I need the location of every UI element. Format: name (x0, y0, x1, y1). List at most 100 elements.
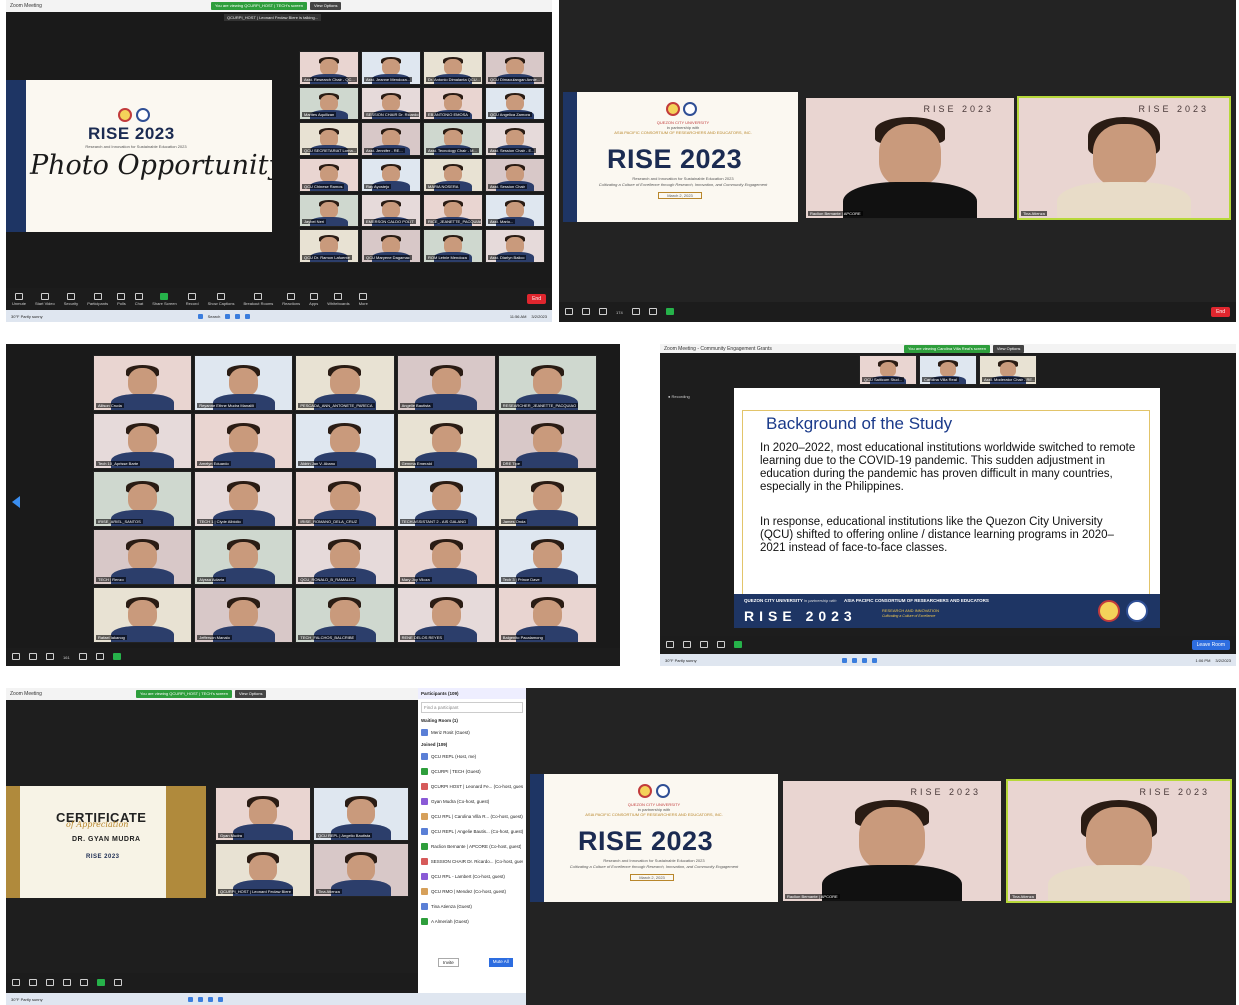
toolbar-button[interactable]: Breakout Rooms (244, 292, 273, 306)
app-icon[interactable] (197, 996, 203, 1002)
toolbar-button[interactable]: Security (64, 292, 78, 306)
participants-button[interactable]: 174 (616, 310, 623, 315)
polls-button[interactable] (631, 308, 640, 316)
participant-row[interactable]: SESSION CHAIR Dr. Ricardo... (Co-host, g… (418, 854, 526, 869)
mute-all-button[interactable]: Mute All (488, 958, 513, 967)
participant-tile[interactable]: Tech 3 | Prince Dave (497, 529, 597, 585)
participant-row[interactable]: Tina Atienza (Guest) (418, 899, 526, 914)
mute-button[interactable] (565, 308, 573, 316)
app-icon[interactable] (207, 996, 213, 1002)
polls-button[interactable] (78, 653, 87, 661)
toolbar-button[interactable]: Unmute (12, 292, 26, 306)
app-icon[interactable] (225, 313, 231, 319)
video-button[interactable] (582, 308, 590, 316)
toolbar-button[interactable]: Apps (309, 292, 318, 306)
toolbar-button[interactable]: Polls (117, 292, 126, 306)
toolbar-button[interactable]: Whiteboards (327, 292, 350, 306)
video-button[interactable] (29, 979, 37, 987)
participant-tile[interactable]: James Onda (497, 471, 597, 527)
participant-row[interactable]: QCU REPL | Angelie Bautis... (Co-host, g… (418, 824, 526, 839)
start-icon[interactable] (197, 313, 203, 319)
app-icon[interactable] (217, 996, 223, 1002)
participant-tile[interactable]: QCURPI_HOST | Leonard Feclaw Biere (215, 843, 311, 897)
participant-search[interactable]: Find a participant (421, 702, 523, 713)
speaker-tile[interactable]: RISE 2023 Raclion Bernante | APCORE (805, 97, 1015, 219)
participant-tile[interactable]: MARIA NOSERA (423, 158, 483, 192)
participant-tile[interactable]: Angelie Bautista (396, 355, 496, 411)
video-button[interactable] (683, 641, 691, 649)
chat-button[interactable] (717, 641, 725, 649)
participant-tile[interactable]: Gemma Emerald (396, 413, 496, 469)
participants-button[interactable] (63, 979, 71, 987)
participant-row[interactable]: Raclion Bernante | APCORE (Co-host, gues… (418, 839, 526, 854)
view-options-button[interactable]: View Options (309, 2, 342, 10)
security-button[interactable] (46, 979, 54, 987)
participant-tile[interactable]: QCU SECRETARIAT Lorna... (299, 122, 359, 156)
previous-page-arrow[interactable] (12, 496, 20, 508)
app-icon[interactable] (245, 313, 251, 319)
participant-tile[interactable]: Balgenito Pacalamong (497, 587, 597, 643)
participant-row[interactable]: QCURPI HOST | Leonard Fe... (Co-host, gu… (418, 779, 526, 794)
active-speaker-tile[interactable]: RISE 2023 Tina Atienza (1017, 96, 1231, 220)
share-screen-button[interactable] (97, 979, 105, 987)
share-screen-button[interactable] (665, 308, 674, 316)
speaker-tile[interactable]: RISE 2023 Raclion Bernante | APCORE (782, 780, 1002, 902)
participant-tile[interactable]: DRE Tipe (497, 413, 597, 469)
participant-tile[interactable]: Asst. Session Chair (485, 158, 545, 192)
participant-tile[interactable]: Amelyn Eduardo (194, 413, 294, 469)
participant-tile[interactable]: TECH 1 | Clyde Albiolio (194, 471, 294, 527)
participant-tile[interactable]: Mary Joy Viloza (396, 529, 496, 585)
participant-tile[interactable]: QCU Saiticum Stud... (859, 355, 917, 385)
participant-row[interactable]: QCU RMO | Mendez (Co-host, guest) (418, 884, 526, 899)
participant-tile[interactable]: ROM Letnie Mendoza (423, 229, 483, 263)
toolbar-button[interactable]: Chat (135, 292, 143, 306)
participant-tile[interactable]: Carolina Villa Real (919, 355, 977, 385)
participant-tile[interactable]: QCU Angelica Zamora (485, 86, 545, 121)
toolbar-button[interactable]: Start Video (35, 292, 55, 306)
participant-tile[interactable]: Asst. Session Chair - E... (485, 122, 545, 156)
start-icon[interactable] (187, 996, 193, 1002)
participants-button[interactable]: 161 (63, 655, 70, 660)
toolbar-button[interactable]: Share Screen (152, 292, 177, 306)
mute-button[interactable] (12, 979, 20, 987)
participant-tile[interactable]: Gyan Mudra (215, 787, 311, 841)
app-icon[interactable] (851, 657, 857, 663)
active-speaker-tile[interactable]: RISE 2023 Tina Atienza (1006, 779, 1232, 903)
app-icon[interactable] (235, 313, 241, 319)
app-icon[interactable] (861, 657, 867, 663)
participant-tile[interactable]: Asst. Jennifer - RE... (361, 122, 421, 156)
share-screen-button[interactable] (112, 653, 121, 661)
participants-button[interactable] (700, 641, 708, 649)
participant-tile[interactable]: QCU_RONALD_B_RAMALLO (295, 529, 395, 585)
toolbar-button[interactable]: Show Captions (208, 292, 235, 306)
participant-row[interactable]: Gyan Mudra (Co-host, guest) (418, 794, 526, 809)
participant-tile[interactable]: EMERSON CALDO POLIT (361, 193, 421, 228)
participant-tile[interactable]: TECH | Renzo (93, 529, 193, 585)
toolbar-button[interactable]: Participants (87, 292, 108, 306)
participant-tile[interactable]: Jaybel Neri (299, 193, 359, 228)
participant-tile[interactable]: QCU Maryene Dagamac (361, 229, 421, 263)
mute-button[interactable] (12, 653, 20, 661)
participant-tile[interactable]: QCU Dimaculangan Annie... (485, 51, 545, 85)
chat-button[interactable] (95, 653, 104, 661)
view-options-button[interactable]: View Options (992, 345, 1025, 353)
participant-tile[interactable]: IRISE_ARIEL_SANTOS (93, 471, 193, 527)
participant-tile[interactable]: RICE_JEANETTE_PACQUIAO (423, 193, 483, 228)
participant-tile[interactable]: RENE DELOS REYES (396, 587, 496, 643)
participant-row[interactable]: QCU RPL - Lambert (Co-host, guest) (418, 869, 526, 884)
end-button[interactable]: End (1211, 307, 1230, 317)
participant-tile[interactable]: Asst. Moderator Chair - RE... (979, 355, 1037, 385)
participant-tile[interactable]: Reyanne Ethne Mudra Manalili (194, 355, 294, 411)
end-button[interactable]: End (527, 294, 546, 304)
invite-button[interactable]: Invite (438, 958, 459, 967)
participant-row[interactable]: QCU RPL | Carolina Villa R... (Co-host, … (418, 809, 526, 824)
participant-tile[interactable]: Tech 10_Aprisse Barte (93, 413, 193, 469)
participant-tile[interactable]: TECH ASSISTANT 2 - AIS GALANG (396, 471, 496, 527)
participant-tile[interactable]: EB ANTONIO EMOSA (423, 86, 483, 121)
participant-tile[interactable]: TECH_FALCHOS_BALCRIBE (295, 587, 395, 643)
chat-button[interactable] (648, 308, 657, 316)
security-button[interactable] (599, 308, 607, 316)
participant-tile[interactable]: Asst. Tecnology Chair - M... (423, 122, 483, 156)
taskbar-search[interactable]: Search (208, 314, 221, 319)
toolbar-button[interactable]: More (359, 292, 368, 306)
